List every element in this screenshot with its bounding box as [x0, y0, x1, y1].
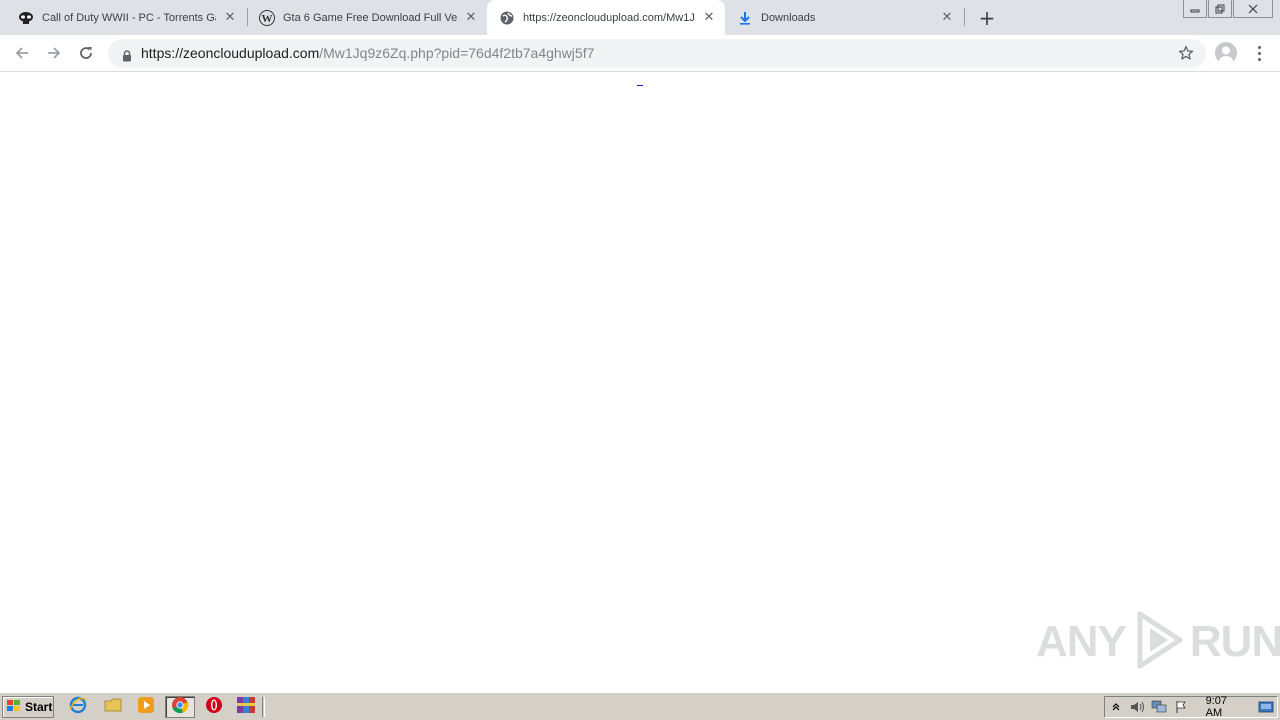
new-tab-button[interactable]: + — [976, 6, 998, 30]
tab-zeoncloudupload[interactable]: https://zeoncloudupload.com/Mw1Jq ✕ — [487, 0, 725, 35]
arrow-right-icon — [48, 47, 61, 59]
opera-icon — [205, 696, 223, 718]
arrow-left-icon — [15, 47, 28, 59]
tab-title: Call of Duty WWII - PC - Torrents Ga — [42, 11, 216, 24]
minimize-button[interactable] — [1183, 0, 1207, 18]
taskbar-chrome[interactable] — [165, 696, 195, 718]
taskbar: Start 9:07 AM — [0, 692, 1280, 720]
watermark-text-right: RUN — [1189, 617, 1280, 666]
url-text: https://zeoncloudupload.com/Mw1Jq9z6Zq.p… — [141, 45, 594, 61]
skull-icon — [18, 10, 34, 26]
tab-title: Gta 6 Game Free Download Full Versi — [283, 11, 457, 24]
reload-icon — [80, 47, 92, 59]
volume-icon[interactable] — [1127, 697, 1149, 717]
restore-button[interactable] — [1208, 0, 1232, 18]
url-host: https://zeoncloudupload.com — [141, 45, 320, 61]
taskbar-media-player[interactable] — [131, 696, 161, 718]
lock-icon[interactable] — [122, 47, 132, 66]
tab-strip: Call of Duty WWII - PC - Torrents Ga ✕ W… — [0, 0, 1280, 35]
show-desktop-icon[interactable] — [1255, 697, 1277, 717]
tab-title: https://zeoncloudupload.com/Mw1Jq — [523, 11, 695, 24]
reload-button[interactable] — [74, 41, 98, 65]
page-link[interactable]: ... — [637, 82, 643, 86]
download-icon — [737, 10, 753, 26]
anyrun-watermark: ANY RUN — [1036, 610, 1280, 674]
browser-toolbar: https://zeoncloudupload.com/Mw1Jq9z6Zq.p… — [0, 35, 1280, 72]
winrar-icon — [235, 695, 257, 719]
w-logo-icon: W — [259, 9, 275, 26]
taskbar-winrar[interactable] — [231, 696, 261, 718]
tab-separator — [964, 8, 965, 26]
tab-title: Downloads — [761, 11, 816, 24]
watermark-text-left: ANY — [1036, 617, 1127, 666]
media-player-icon — [137, 696, 155, 718]
tab-downloads[interactable]: Downloads ✕ — [725, 0, 963, 35]
back-button[interactable] — [10, 41, 34, 65]
page-content: ... ANY RUN — [0, 72, 1280, 692]
chrome-icon — [171, 696, 189, 718]
taskbar-explorer[interactable] — [98, 696, 128, 718]
close-icon[interactable]: ✕ — [939, 10, 955, 26]
browser-window: Call of Duty WWII - PC - Torrents Ga ✕ W… — [0, 0, 1280, 692]
play-logo-icon — [1130, 610, 1186, 674]
close-icon[interactable]: ✕ — [463, 10, 479, 26]
globe-icon — [499, 10, 515, 26]
taskbar-ie[interactable] — [63, 696, 93, 718]
url-path: /Mw1Jq9z6Zq.php?pid=76d4f2tb7a4ghwj5f7 — [319, 45, 595, 61]
network-icon[interactable] — [1148, 697, 1170, 717]
forward-button[interactable] — [42, 41, 66, 65]
address-bar[interactable]: https://zeoncloudupload.com/Mw1Jq9z6Zq.p… — [108, 39, 1206, 68]
taskbar-divider — [262, 697, 265, 717]
tab-gta6[interactable]: W Gta 6 Game Free Download Full Versi ✕ — [241, 0, 487, 35]
svg-text:W: W — [262, 13, 273, 25]
tab-call-of-duty[interactable]: Call of Duty WWII - PC - Torrents Ga ✕ — [0, 0, 246, 35]
start-label: Start — [25, 700, 53, 714]
close-icon[interactable]: ✕ — [701, 10, 717, 26]
tray-expand-icon[interactable] — [1105, 697, 1127, 717]
windows-logo-icon — [6, 699, 22, 716]
taskbar-clock[interactable]: 9:07 AM — [1206, 695, 1246, 719]
close-icon[interactable]: ✕ — [222, 10, 238, 26]
system-tray: 9:07 AM — [1104, 695, 1278, 719]
taskbar-opera[interactable] — [199, 696, 229, 718]
action-center-flag-icon[interactable] — [1170, 697, 1192, 717]
close-window-button[interactable] — [1233, 0, 1273, 18]
star-icon[interactable] — [1178, 45, 1194, 65]
folder-icon — [104, 697, 122, 717]
menu-kebab-icon[interactable] — [1252, 41, 1266, 65]
profile-avatar-icon[interactable] — [1215, 42, 1237, 64]
start-button[interactable]: Start — [2, 696, 54, 718]
internet-explorer-icon — [69, 696, 87, 718]
